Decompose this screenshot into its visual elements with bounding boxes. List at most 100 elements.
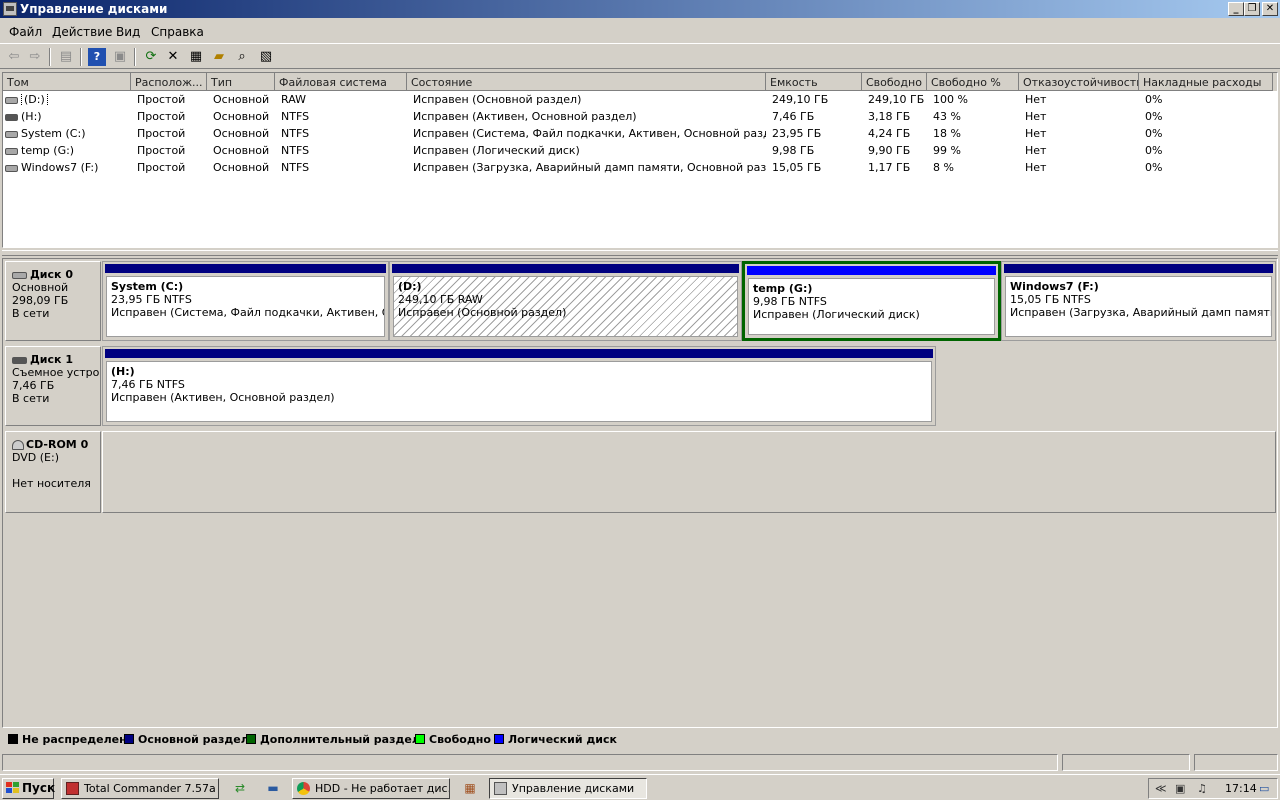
column-header-layout[interactable]: Располож... [131,73,207,91]
minimize-button[interactable]: _ [1228,2,1244,16]
desktop-tray-icon[interactable]: ▭ [1259,782,1269,795]
quicklaunch-network-icon[interactable]: ⇄ [232,781,248,795]
table-cell: 0% [1145,144,1163,157]
table-row[interactable]: (H:) Простой Основной NTFS Исправен (Акт… [3,108,1277,125]
column-header-filesystem[interactable]: Файловая система [275,73,407,91]
column-header-free-percent[interactable]: Свободно % [927,73,1019,91]
volume-list-header: Том Располож... Тип Файловая система Сос… [3,73,1277,91]
primary-partition-bar [105,264,386,273]
table-row[interactable]: System (C:) Простой Основной NTFS Исправ… [3,125,1277,142]
column-header-status[interactable]: Состояние [407,73,766,91]
menu-action[interactable]: Действие [52,25,112,39]
task-label: Total Commander 7.57a ... [84,782,219,795]
tray-expand-icon[interactable]: ≪ [1155,782,1167,795]
partition-f[interactable]: Windows7 (F:) 15,05 ГБ NTFS Исправен (За… [1001,261,1276,341]
partition-d[interactable]: (D:) 249,10 ГБ RAW Исправен (Основной ра… [389,261,742,341]
back-icon[interactable]: ⇦ [5,48,23,66]
partition-body: temp (G:) 9,98 ГБ NTFS Исправен (Логичес… [748,278,995,335]
toolbar-separator [49,48,51,66]
partition-name: temp (G:) [753,282,813,295]
search-icon[interactable]: ⌕ [233,48,251,66]
table-cell: Нет [1025,93,1047,106]
primary-partition-bar [105,349,933,358]
table-row[interactable]: temp (G:) Простой Основной NTFS Исправен… [3,142,1277,159]
pane-splitter[interactable] [2,250,1278,256]
system-tray: ≪ ▣ ♫ 17:14 ▭ [1148,778,1278,799]
disk-1-label[interactable]: Диск 1 Съемное устройство 7,46 ГБ В сети [5,346,101,426]
disk-name: Диск 1 [30,353,73,366]
legend-swatch [246,734,256,744]
table-cell: 3,18 ГБ [868,110,911,123]
menu-bar: Файл Действие Вид Справка [0,21,1280,41]
title-bar: Управление дисками _ ❐ ✕ [0,0,1280,18]
disk-0-partitions: System (C:) 23,95 ГБ NTFS Исправен (Сист… [102,261,1276,341]
table-row[interactable]: (D:) Простой Основной RAW Исправен (Осно… [3,91,1277,108]
table-cell: RAW [281,93,306,106]
toolbar-separator [80,48,82,66]
column-header-overhead[interactable]: Накладные расходы [1139,73,1273,91]
task-total-commander[interactable]: Total Commander 7.57a ... [61,778,219,799]
volume-name: (H:) [21,110,42,123]
volume-name: Windows7 (F:) [21,161,99,174]
console-tree-icon[interactable]: ▤ [57,48,75,66]
properties-icon[interactable]: ▦ [187,48,205,66]
column-header-free[interactable]: Свободно [862,73,927,91]
menu-help[interactable]: Справка [151,25,204,39]
disk-management-icon [494,782,507,795]
network-tray-icon[interactable]: ▣ [1175,782,1185,795]
volume-tray-icon[interactable]: ♫ [1197,782,1207,795]
table-cell: Простой [137,161,186,174]
partition-body: (H:) 7,46 ГБ NTFS Исправен (Активен, Осн… [106,361,932,422]
properties-pane-icon[interactable]: ▣ [111,48,129,66]
table-cell: Основной [213,144,270,157]
forward-icon[interactable]: ⇨ [26,48,44,66]
open-icon[interactable]: ▰ [210,48,228,66]
column-header-type[interactable]: Тип [207,73,275,91]
partition-body: (D:) 249,10 ГБ RAW Исправен (Основной ра… [393,276,738,337]
partition-c[interactable]: System (C:) 23,95 ГБ NTFS Исправен (Сист… [102,261,389,341]
delete-icon[interactable]: ✕ [164,48,182,66]
legend-item: Основной раздел [124,733,249,746]
cdrom-0-area[interactable] [102,431,1276,513]
chrome-icon [297,782,310,795]
task-label: Управление дисками [512,782,635,795]
start-button[interactable]: Пуск [2,778,55,799]
partition-h[interactable]: (H:) 7,46 ГБ NTFS Исправен (Активен, Осн… [102,346,936,426]
column-header-volume[interactable]: Том [3,73,131,91]
partition-g[interactable]: temp (G:) 9,98 ГБ NTFS Исправен (Логичес… [742,261,1001,341]
table-cell: Исправен (Основной раздел) [413,93,582,106]
close-button[interactable]: ✕ [1262,2,1278,16]
disk-size: 7,46 ГБ [12,379,55,392]
partition-size: 7,46 ГБ NTFS [111,378,185,391]
quicklaunch-grid-icon[interactable]: ▦ [462,781,478,795]
status-pane [1194,754,1278,771]
windows-logo-icon [6,782,19,794]
menu-view[interactable]: Вид [116,25,140,39]
task-disk-management[interactable]: Управление дисками [489,778,647,799]
clock[interactable]: 17:14 [1225,782,1257,795]
table-cell: 0% [1145,127,1163,140]
help-icon[interactable]: ? [88,48,106,66]
disk-type: Основной [12,281,69,294]
show-hide-icon[interactable]: ▧ [257,48,275,66]
table-cell: NTFS [281,110,310,123]
restore-button[interactable]: ❐ [1244,2,1260,16]
column-header-capacity[interactable]: Емкость [766,73,862,91]
legend-swatch [494,734,504,744]
disk-0-label[interactable]: Диск 0 Основной 298,09 ГБ В сети [5,261,101,341]
volume-list[interactable]: Том Располож... Тип Файловая система Сос… [2,72,1278,248]
drive-icon [5,113,18,121]
cdrom-0-label[interactable]: CD-ROM 0 DVD (E:) Нет носителя [5,431,101,513]
refresh-icon[interactable]: ⟳ [142,48,160,66]
table-cell: 9,98 ГБ [772,144,815,157]
table-row[interactable]: Windows7 (F:) Простой Основной NTFS Испр… [3,159,1277,176]
table-cell: Нет [1025,127,1047,140]
table-cell: 4,24 ГБ [868,127,911,140]
quicklaunch-folder-icon[interactable]: ▬ [265,781,281,795]
menu-file[interactable]: Файл [9,25,42,39]
floppy-icon [66,782,79,795]
partition-status: Исправен (Система, Файл подкачки, Активе… [111,306,384,319]
window-title: Управление дисками [20,2,168,16]
task-browser[interactable]: HDD - Не работает дис... [292,778,450,799]
column-header-fault-tolerance[interactable]: Отказоустойчивость [1019,73,1139,91]
